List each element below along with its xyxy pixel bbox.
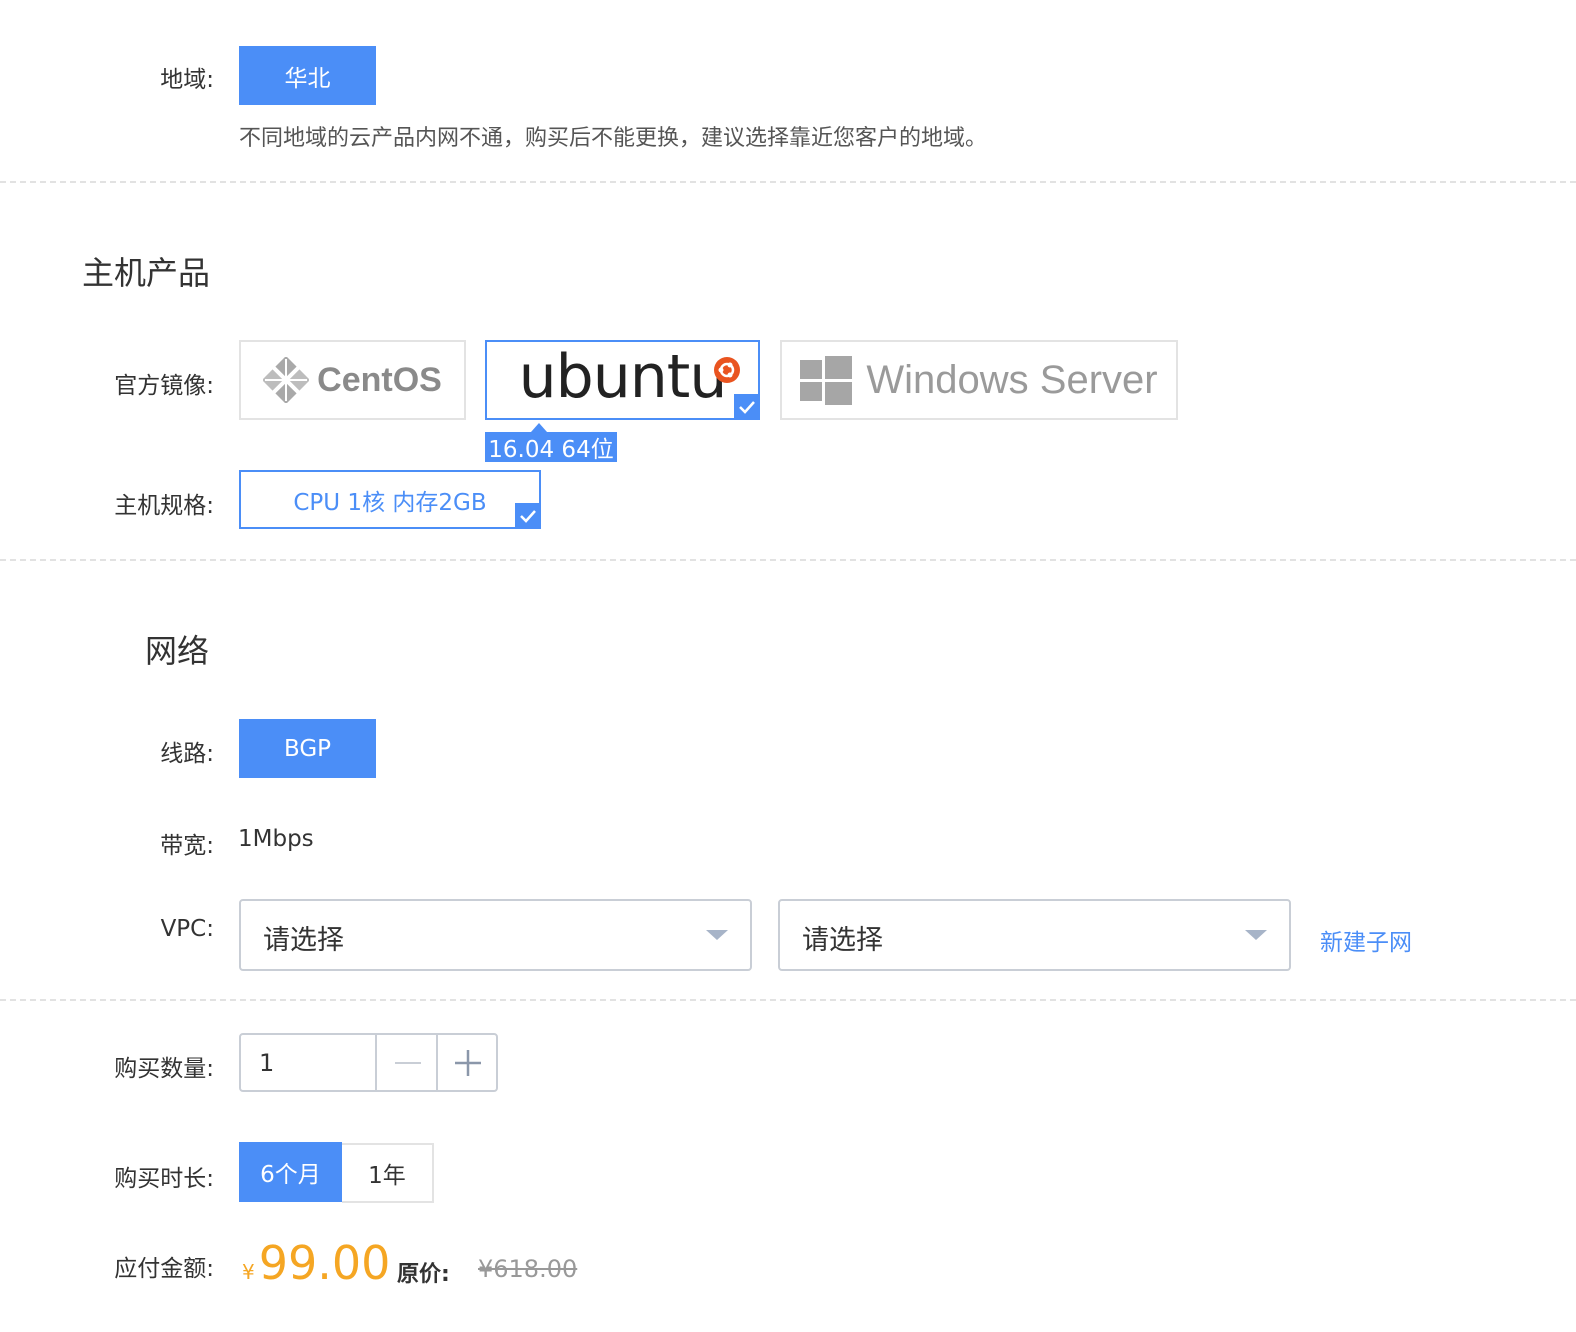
original-price-label: 原价: xyxy=(397,1262,450,1287)
image-version-badge[interactable]: 16.04 64位 xyxy=(485,432,617,463)
bandwidth-label: 带宽: xyxy=(160,833,214,859)
line-label: 线路: xyxy=(160,741,214,767)
quantity-input[interactable]: 1 xyxy=(259,1049,274,1077)
vpc-select[interactable]: 请选择 xyxy=(239,899,752,971)
subnet-select[interactable]: 请选择 xyxy=(778,899,1291,971)
region-hint: 不同地域的云产品内网不通，购买后不能更换，建议选择靠近您客户的地域。 xyxy=(239,126,988,151)
image-option-ubuntu[interactable]: ubuntu xyxy=(485,340,760,420)
vpc-label: VPC: xyxy=(160,916,214,942)
line-option-bgp[interactable]: BGP xyxy=(239,719,376,778)
currency-symbol: ¥ xyxy=(242,1260,255,1284)
section-divider xyxy=(0,559,1576,561)
spec-label: 主机规格: xyxy=(114,493,214,519)
quantity-label: 购买数量: xyxy=(114,1056,214,1082)
duration-option-1-year[interactable]: 1年 xyxy=(342,1143,434,1203)
section-divider xyxy=(0,999,1576,1001)
duration-option-6-months[interactable]: 6个月 xyxy=(239,1142,342,1202)
network-section-title: 网络 xyxy=(145,632,210,670)
subnet-select-placeholder: 请选择 xyxy=(802,925,883,956)
new-subnet-link[interactable]: 新建子网 xyxy=(1320,923,1412,957)
quantity-increment-button[interactable] xyxy=(436,1035,498,1090)
ubuntu-name: ubuntu xyxy=(518,342,728,412)
duration-label: 购买时长: xyxy=(114,1166,214,1192)
original-price-value: ¥618.00 xyxy=(478,1255,578,1283)
spec-option[interactable]: CPU 1核 内存2GB xyxy=(239,470,541,529)
image-label: 官方镜像: xyxy=(114,373,214,399)
minus-icon xyxy=(394,1061,421,1064)
image-option-centos[interactable]: CentOS xyxy=(239,340,466,420)
vpc-select-placeholder: 请选择 xyxy=(263,925,344,956)
region-option-north-china[interactable]: 华北 xyxy=(239,46,376,105)
price-display: ¥ 99.00 xyxy=(242,1236,390,1290)
chevron-down-icon xyxy=(706,930,728,940)
amount-label: 应付金额: xyxy=(114,1256,214,1282)
centos-name: CentOS xyxy=(317,360,442,399)
quantity-decrement-button[interactable] xyxy=(375,1035,438,1090)
section-divider xyxy=(0,181,1576,183)
quantity-stepper: 1 xyxy=(239,1033,498,1092)
selected-check-icon xyxy=(734,394,760,420)
plus-icon xyxy=(455,1049,481,1076)
spec-value: CPU 1核 内存2GB xyxy=(293,489,487,516)
image-option-windows-server[interactable]: Windows Server xyxy=(780,340,1178,420)
bandwidth-value: 1Mbps xyxy=(238,826,314,852)
windows-icon xyxy=(800,354,853,406)
selected-check-icon xyxy=(515,503,541,529)
host-section-title: 主机产品 xyxy=(82,254,211,292)
price-value: 99.00 xyxy=(258,1236,391,1290)
chevron-down-icon xyxy=(1245,930,1267,940)
centos-icon xyxy=(263,357,310,403)
ubuntu-icon xyxy=(713,356,741,388)
windows-server-name: Windows Server xyxy=(866,357,1158,402)
region-label: 地域: xyxy=(160,67,214,93)
